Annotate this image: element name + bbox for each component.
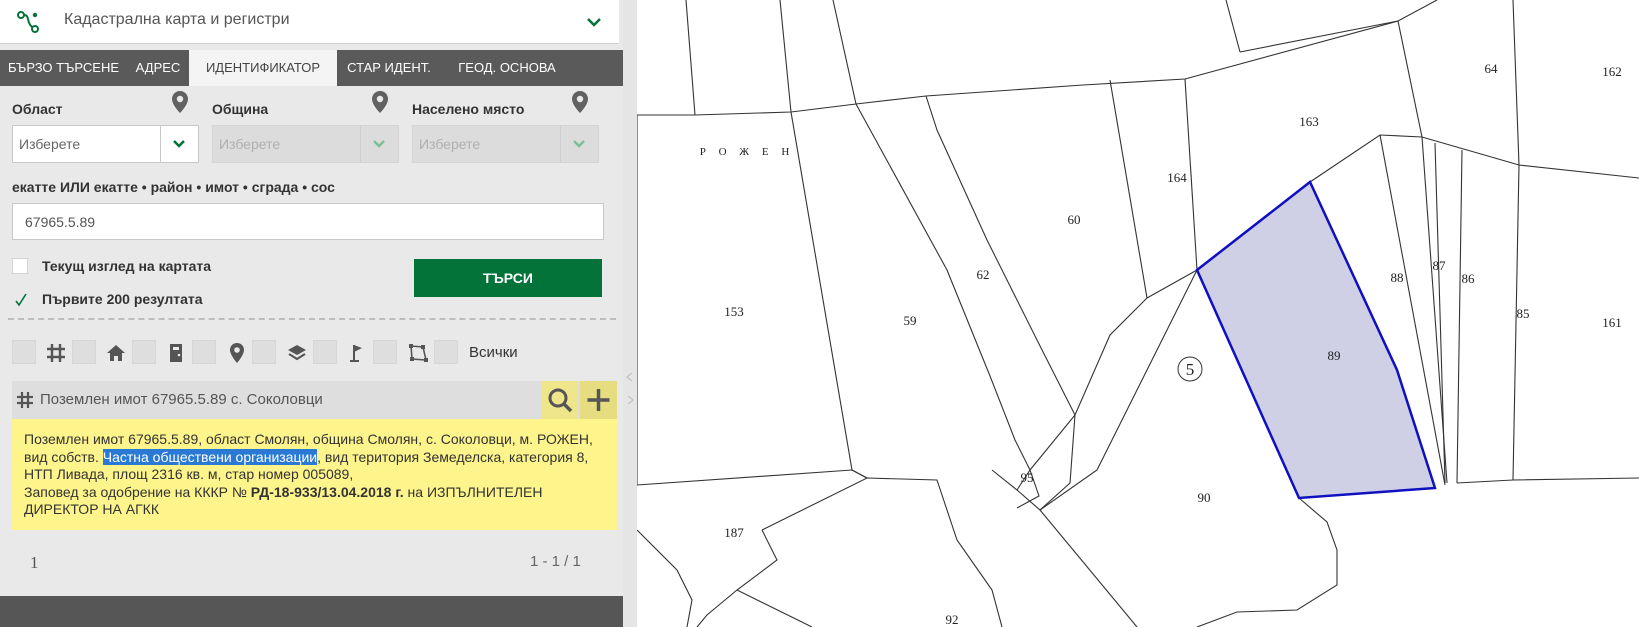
identifier-label: екатте ИЛИ екатте • район • имот • сград… [12,179,335,195]
parcel-label: 60 [1068,212,1081,227]
oblast-select[interactable]: Изберете [12,125,199,163]
highlighted-text: Частна обществени организации [102,448,318,465]
naseleno-label: Населено място [412,101,525,117]
filter-toggle-buildings[interactable] [72,340,96,364]
tab-identifier[interactable]: ИДЕНТИФИКАТОР [189,50,337,86]
parcel-label: 62 [977,267,990,282]
page-range: 1 - 1 / 1 [530,553,581,570]
parcel-label: 85 [1517,306,1530,321]
obshtina-label: Община [212,101,269,117]
chevron-down-icon[interactable] [160,126,198,162]
map-canvas[interactable]: Р О Ж Е Н 64 162 163 164 60 62 153 59 88… [636,0,1639,627]
map-pin-icon[interactable] [226,342,248,364]
checkmark-icon [15,293,27,307]
map-pin-icon[interactable] [571,90,589,114]
cadastre-route-icon [17,11,39,33]
locality-label: Р О Ж Е Н [700,146,795,158]
block-marker-label: 5 [1186,360,1195,379]
collapse-left-icon[interactable] [625,372,635,382]
bottom-bar [0,596,623,627]
first200-checkbox[interactable] [12,291,28,307]
parcel-label: 162 [1602,64,1622,79]
parcel-label: 164 [1167,170,1187,185]
filter-toggle-all[interactable] [434,340,458,364]
filter-toggle-layers[interactable] [252,340,276,364]
identifier-input[interactable] [12,203,604,240]
filter-toggle-geodetic[interactable] [313,340,337,364]
tab-old-identifier[interactable]: СТАР ИДЕНТ. [337,50,441,86]
parcel-label: 86 [1462,271,1476,286]
expand-right-icon[interactable] [625,395,635,405]
zoom-to-button[interactable] [542,381,578,419]
parcel-label: 88 [1391,270,1404,285]
panel-splitter[interactable] [623,0,637,627]
tab-geodetic-base[interactable]: ГЕОД. ОСНОВА [441,50,573,86]
tab-quick-search[interactable]: БЪРЗО ТЪРСЕНЕ [0,50,127,86]
parcel-label: 90 [1198,490,1211,505]
page-number[interactable]: 1 [30,553,39,573]
selected-parcel-89[interactable] [1195,180,1437,500]
filter-toggle-units[interactable] [132,340,156,364]
filter-toggle-polygons[interactable] [373,340,397,364]
filter-toggle-parcels[interactable] [12,340,36,364]
parcel-label: 59 [904,313,917,328]
map-pin-icon[interactable] [171,90,189,114]
grid-icon[interactable] [45,342,67,364]
parcel-label: 187 [724,525,744,540]
door-icon[interactable] [165,342,187,364]
filter-toggle-addresses[interactable] [192,340,216,364]
add-button[interactable] [580,381,617,419]
chevron-down-icon[interactable] [586,14,602,30]
search-button[interactable]: ТЪРСИ [414,259,602,297]
result-header[interactable]: Поземлен имот 67965.5.89 с. Соколовци [12,381,617,419]
result-description: Поземлен имот 67965.5.89, област Смолян,… [12,419,617,530]
parcel-label: 89 [1328,348,1341,363]
app-title: Кадастрална карта и регистри [64,11,290,28]
plus-icon [587,389,610,411]
parcel-label: 92 [946,612,959,627]
search-icon [548,388,573,413]
first200-label: Първите 200 резултата [42,291,203,307]
parcel-label: 163 [1299,114,1319,129]
all-label: Всички [469,344,518,361]
layers-icon[interactable] [286,342,308,364]
parcel-boundaries [636,0,1639,627]
parcel-label: 87 [1433,258,1447,273]
side-panel: Кадастрална карта и регистри БЪРЗО ТЪРСЕ… [0,0,623,627]
parcel-label: 95 [1021,470,1034,485]
parcel-label: 64 [1485,61,1499,76]
tab-address[interactable]: АДРЕС [127,50,189,86]
chevron-down-icon[interactable] [360,126,398,162]
parcel-label: 153 [724,304,744,319]
current-view-label: Текущ изглед на картата [42,258,212,274]
order-number: РД-18-933/13.04.2018 г. [250,483,404,500]
survey-flag-icon[interactable] [346,342,368,364]
search-tabs: БЪРЗО ТЪРСЕНЕ АДРЕС ИДЕНТИФИКАТОР СТАР И… [0,50,623,86]
grid-icon [17,392,33,408]
divider [8,318,616,320]
polygon-icon[interactable] [407,342,429,364]
naseleno-select[interactable]: Изберете [412,125,599,163]
current-view-checkbox[interactable] [12,258,28,274]
chevron-down-icon[interactable] [560,126,598,162]
result-title: Поземлен имот 67965.5.89 с. Соколовци [40,391,323,408]
oblast-label: Област [12,101,63,117]
cadastral-map[interactable]: Р О Ж Е Н 64 162 163 164 60 62 153 59 88… [636,0,1639,627]
app-header[interactable]: Кадастрална карта и регистри [0,0,619,44]
obshtina-select[interactable]: Изберете [212,125,399,163]
home-icon[interactable] [105,342,127,364]
map-pin-icon[interactable] [371,90,389,114]
parcel-label: 161 [1602,315,1622,330]
parcel-labels: Р О Ж Е Н 64 162 163 164 60 62 153 59 88… [700,61,1622,627]
